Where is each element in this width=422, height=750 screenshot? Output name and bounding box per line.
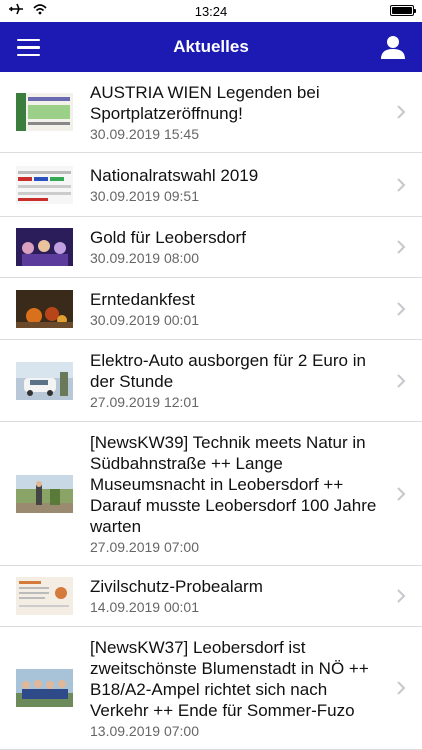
battery-icon [390, 5, 416, 16]
news-item[interactable]: Erntedankfest 30.09.2019 00:01 [0, 278, 422, 340]
news-thumbnail [16, 361, 73, 400]
hamburger-menu-icon [17, 39, 40, 42]
news-thumbnail [16, 474, 73, 513]
status-bar: 13:24 [0, 0, 422, 22]
chevron-right-icon [397, 105, 406, 119]
news-item[interactable]: [NewsKW39] Technik meets Natur in Südbah… [0, 422, 422, 566]
news-item[interactable]: AUSTRIA WIEN Legenden bei Sportplatzeröf… [0, 72, 422, 153]
navigation-bar: Aktuelles [0, 22, 422, 72]
news-thumbnail [16, 228, 73, 266]
user-profile-icon [381, 36, 405, 59]
chevron-right-icon [397, 301, 406, 316]
news-title: Erntedankfest [90, 289, 195, 309]
news-item[interactable]: Zivilschutz-Probealarm 14.09.2019 00:01 [0, 566, 422, 627]
news-item[interactable]: Elektro-Auto ausborgen für 2 Euro in der… [0, 340, 422, 422]
news-item[interactable]: [NewsKW37] Leobersdorf ist zweitschönste… [0, 627, 422, 750]
news-date: 27.09.2019 12:01 [90, 394, 199, 410]
news-thumbnail [16, 289, 73, 328]
news-thumbnail [16, 165, 73, 204]
chevron-right-icon [397, 486, 406, 501]
status-right [390, 5, 416, 16]
news-date: 13.09.2019 07:00 [90, 722, 199, 739]
news-title: Nationalratswahl 2019 [90, 165, 259, 185]
chevron-right-icon [397, 177, 406, 192]
news-item[interactable]: Nationalratswahl 2019 30.09.2019 09:51 [0, 153, 422, 217]
menu-button[interactable] [17, 39, 40, 57]
chevron-right-icon [397, 240, 406, 254]
status-time: 13:24 [194, 4, 228, 19]
news-title: [NewsKW37] Leobersdorf ist zweitschönste… [90, 637, 369, 720]
news-thumbnail [16, 577, 73, 615]
chevron-right-icon [397, 373, 406, 388]
page-title: Aktuelles [173, 37, 249, 56]
news-title: [NewsKW39] Technik meets Natur in Südbah… [90, 432, 377, 536]
news-date: 14.09.2019 00:01 [90, 599, 199, 615]
chevron-right-icon [397, 681, 406, 695]
news-thumbnail [16, 93, 73, 131]
news-title: Zivilschutz-Probealarm [90, 577, 263, 596]
news-title: Elektro-Auto ausborgen für 2 Euro in der… [90, 351, 366, 391]
news-date: 30.09.2019 08:00 [90, 250, 199, 266]
news-date: 30.09.2019 00:01 [90, 311, 199, 328]
news-title: AUSTRIA WIEN Legenden bei Sportplatzeröf… [90, 82, 320, 123]
news-date: 30.09.2019 09:51 [90, 187, 199, 204]
news-thumbnail [16, 669, 73, 707]
news-item[interactable]: Gold für Leobersdorf 30.09.2019 08:00 [0, 217, 422, 278]
news-title: Gold für Leobersdorf [90, 228, 246, 247]
chevron-right-icon [397, 589, 406, 603]
news-date: 27.09.2019 07:00 [90, 538, 199, 555]
profile-button[interactable] [380, 34, 406, 60]
news-date: 30.09.2019 15:45 [90, 125, 199, 142]
news-list: AUSTRIA WIEN Legenden bei Sportplatzeröf… [0, 72, 422, 750]
